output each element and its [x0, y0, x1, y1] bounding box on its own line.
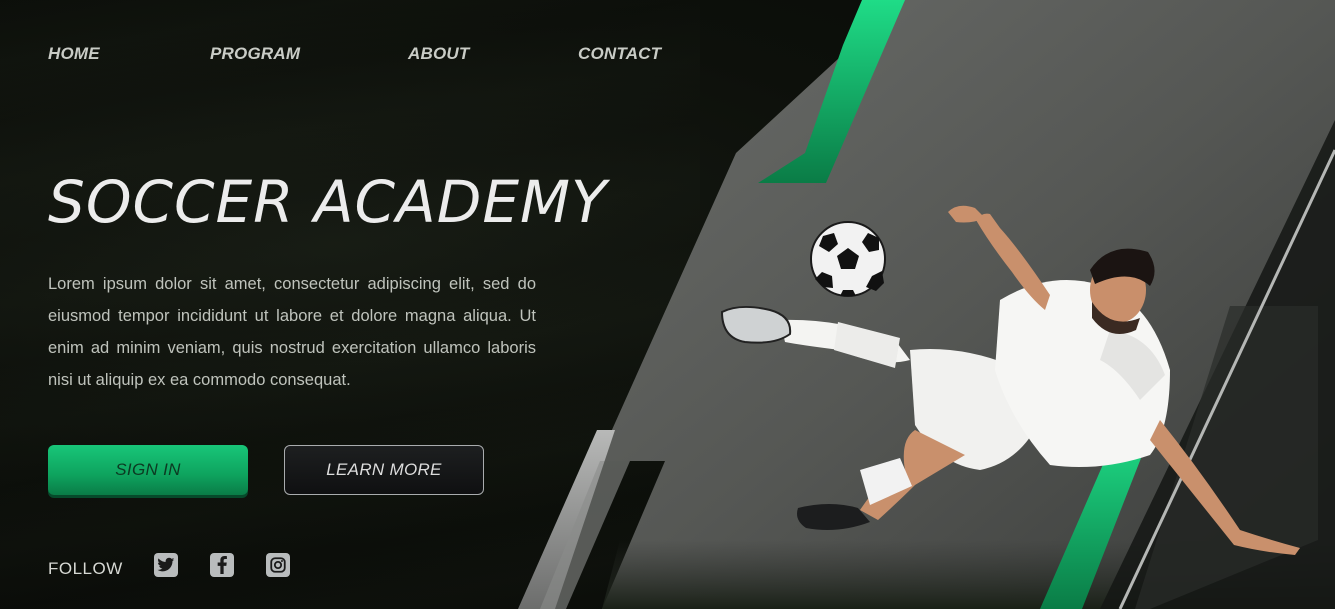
nav-contact[interactable]: CONTACT — [578, 44, 661, 64]
nav-about[interactable]: ABOUT — [408, 44, 469, 64]
follow-label: FOLLOW — [48, 559, 123, 578]
hero-description: Lorem ipsum dolor sit amet, consectetur … — [48, 275, 536, 389]
nav-program[interactable]: PROGRAM — [210, 44, 300, 64]
page-title: SOCCER ACADEMY — [48, 168, 608, 236]
instagram-icon[interactable] — [266, 553, 290, 577]
learn-more-button[interactable]: LEARN MORE — [284, 445, 484, 495]
soccer-ball-graphic — [810, 221, 886, 297]
twitter-icon[interactable] — [154, 553, 178, 577]
facebook-icon[interactable] — [210, 553, 234, 577]
hero-section: HOME PROGRAM ABOUT CONTACT SOCCER ACADEM… — [0, 0, 1335, 609]
nav-home[interactable]: HOME — [48, 44, 100, 64]
sign-in-button[interactable]: SIGN IN — [48, 445, 248, 495]
